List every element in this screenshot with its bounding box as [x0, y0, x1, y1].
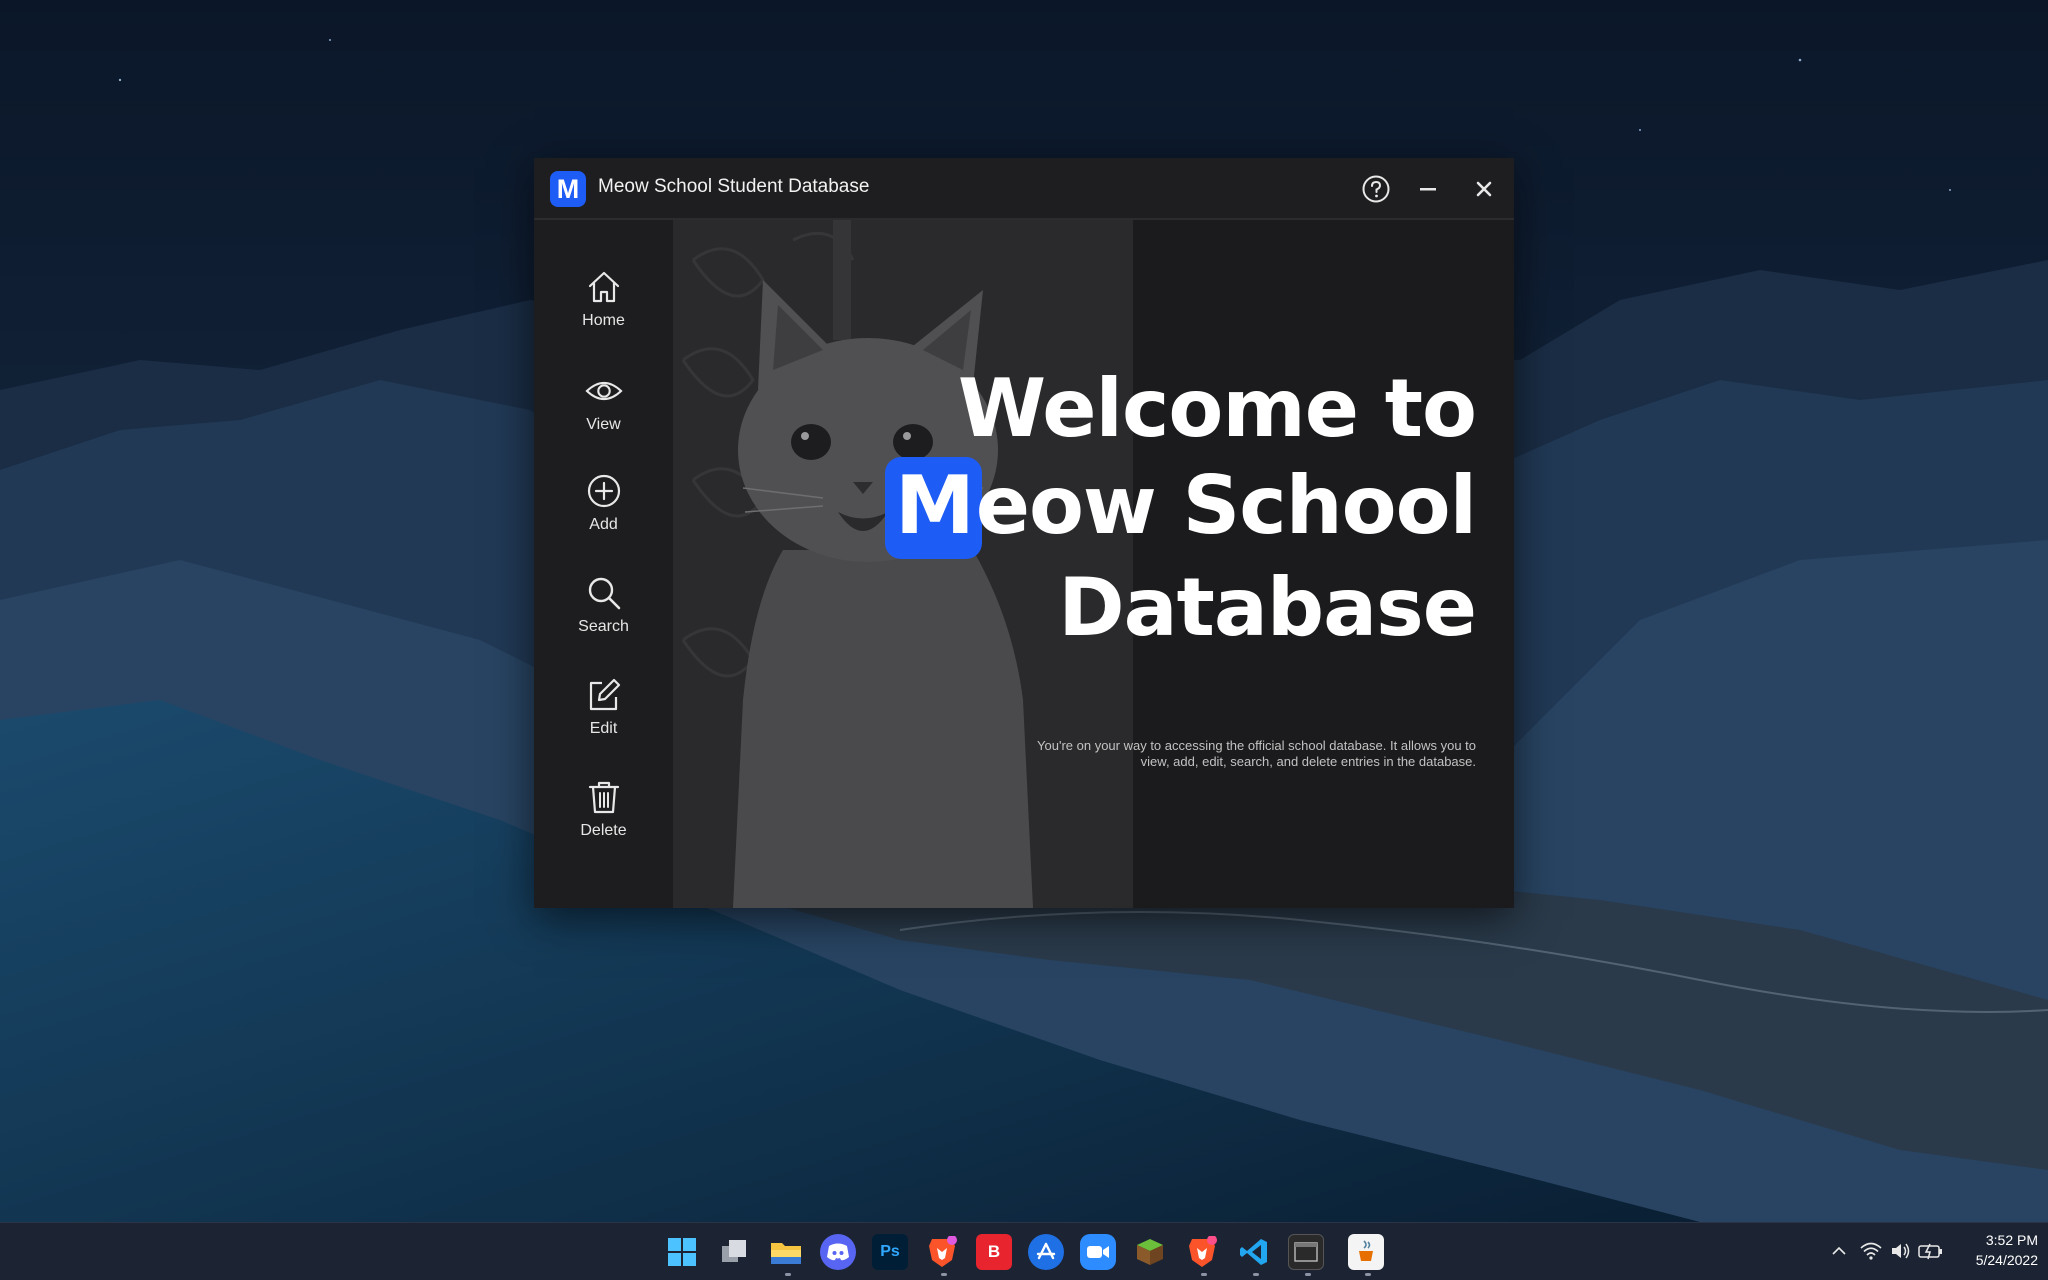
nav-label-add: Add: [589, 516, 618, 533]
taskbar-terminal[interactable]: [1288, 1234, 1324, 1270]
minecraft-block-icon: [1137, 1239, 1163, 1265]
edit-icon: [589, 678, 620, 711]
taskbar-task-view[interactable]: [716, 1234, 752, 1270]
task-view-icon: [722, 1240, 746, 1262]
close-icon: [1476, 181, 1492, 197]
welcome-heading: Welcome to Meow School Database: [885, 360, 1477, 656]
welcome-description: You're on your way to accessing the offi…: [1037, 738, 1476, 769]
taskbar-start-button[interactable]: [664, 1234, 700, 1270]
wifi-icon[interactable]: [1860, 1241, 1882, 1261]
taskbar-app-store[interactable]: [1028, 1234, 1064, 1270]
welcome-line-1: Welcome to: [957, 362, 1477, 455]
folder-icon: [771, 1243, 801, 1264]
clock-time: 3:52 PM: [1985, 1232, 2038, 1248]
help-icon: [1362, 175, 1390, 203]
nav-home[interactable]: Home: [534, 268, 673, 354]
trash-icon: [588, 781, 619, 814]
welcome-line-3: Database: [1058, 561, 1477, 654]
minimize-icon: [1420, 188, 1436, 191]
app-window: M Meow School Student Database Home View…: [534, 158, 1514, 908]
nav-label-home: Home: [582, 312, 625, 329]
brave-lion-icon: [929, 1236, 957, 1267]
app-store-icon: [1036, 1242, 1056, 1260]
taskbar: Ps B: [0, 1222, 2048, 1280]
nav-search[interactable]: Search: [534, 574, 673, 660]
sidebar: Home View Add Search Edit Delete: [534, 220, 673, 908]
photoshop-icon: Ps: [880, 1243, 900, 1260]
taskbar-brave-beta[interactable]: [1184, 1234, 1220, 1270]
terminal-icon: [1294, 1242, 1318, 1262]
app-logo: M: [550, 171, 586, 207]
zoom-camera-icon: [1087, 1246, 1109, 1258]
clock-date: 5/24/2022: [1975, 1252, 2038, 1268]
volume-icon[interactable]: [1890, 1241, 1912, 1261]
welcome-line-2: Meow School: [885, 457, 1477, 559]
battery-charging-icon[interactable]: [1918, 1242, 1944, 1260]
brave-beta-icon: [1189, 1236, 1217, 1267]
nav-add[interactable]: Add: [534, 472, 673, 558]
close-button[interactable]: [1466, 171, 1502, 207]
taskbar-bitwarden[interactable]: B: [976, 1234, 1012, 1270]
vscode-icon: [1240, 1239, 1267, 1265]
taskbar-minecraft[interactable]: [1132, 1234, 1168, 1270]
b-app-icon: B: [987, 1242, 1001, 1261]
nav-label-view: View: [586, 416, 621, 433]
eye-icon: [584, 381, 623, 401]
taskbar-java[interactable]: [1348, 1234, 1384, 1270]
welcome-panel: Welcome to Meow School Database You're o…: [673, 220, 1514, 908]
home-icon: [588, 271, 619, 303]
nav-label-search: Search: [578, 618, 629, 635]
help-button[interactable]: [1358, 171, 1394, 207]
m-logo-badge: M: [885, 457, 982, 559]
welcome-line-2-text: eow School: [975, 459, 1477, 552]
nav-view[interactable]: View: [534, 372, 673, 458]
nav-label-edit: Edit: [589, 720, 618, 737]
title-bar[interactable]: M Meow School Student Database: [534, 158, 1514, 220]
taskbar-brave[interactable]: [924, 1234, 960, 1270]
taskbar-clock[interactable]: 3:52 PM 5/24/2022: [1950, 1230, 2038, 1270]
window-title: Meow School Student Database: [598, 176, 870, 197]
discord-icon: [827, 1243, 849, 1261]
plus-circle-icon: [587, 474, 620, 508]
taskbar-discord[interactable]: [820, 1234, 856, 1270]
taskbar-zoom[interactable]: [1080, 1234, 1116, 1270]
windows-start-icon: [668, 1238, 696, 1266]
taskbar-vscode[interactable]: [1236, 1234, 1272, 1270]
search-icon: [588, 577, 620, 610]
nav-label-delete: Delete: [580, 822, 627, 839]
java-cup-icon: [1359, 1240, 1373, 1261]
nav-edit[interactable]: Edit: [534, 676, 673, 762]
chevron-up-icon[interactable]: [1830, 1242, 1848, 1260]
nav-delete[interactable]: Delete: [534, 778, 673, 864]
minimize-button[interactable]: [1410, 171, 1446, 207]
taskbar-file-explorer[interactable]: [768, 1234, 804, 1270]
taskbar-photoshop[interactable]: Ps: [872, 1234, 908, 1270]
